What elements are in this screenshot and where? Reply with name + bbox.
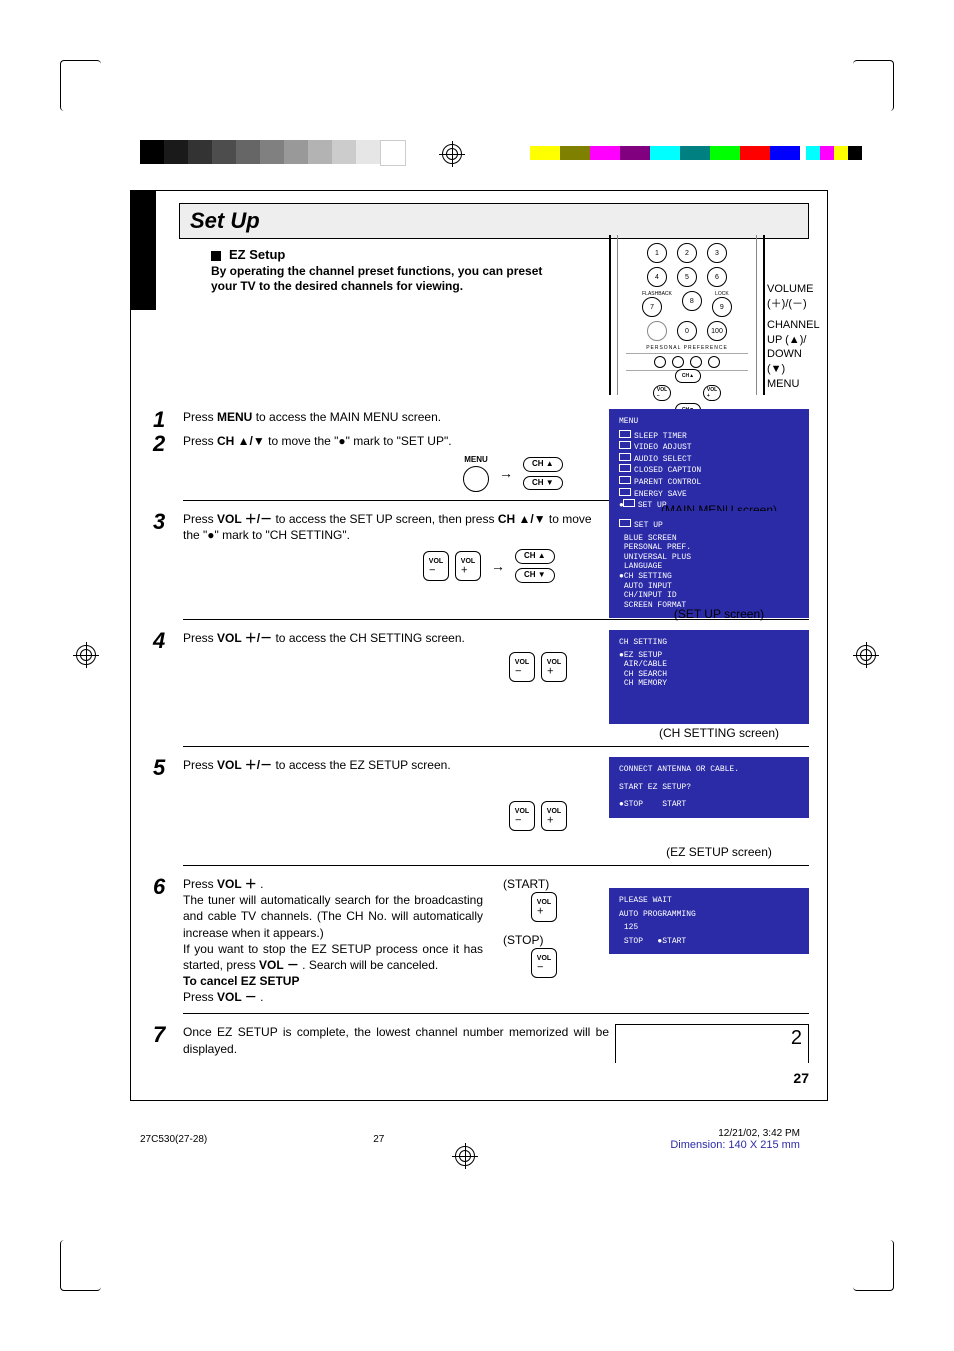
progress-screen: PLEASE WAIT AUTO PROGRAMMING 125 STOP ●S…	[609, 888, 809, 954]
footer-file: 27C530(27-28)	[140, 1134, 207, 1145]
legend-menu: MENU	[767, 377, 820, 392]
ch-setting-screen: CH SETTING ●EZ SETUP AIR/CABLE CH SEARCH…	[609, 630, 809, 724]
channel-display: 2	[615, 1024, 809, 1063]
vol-plus-icon: VOL ＋	[531, 892, 557, 922]
menu-button-icon	[463, 466, 489, 492]
color-swatches	[530, 146, 862, 160]
registration-mark-right	[856, 645, 876, 665]
step-number-2: 2	[153, 433, 173, 455]
legend-plusminus: (＋)/(－)	[767, 297, 820, 312]
vol-minus-icon: VOL －	[509, 652, 535, 682]
footer-page: 27	[373, 1134, 384, 1145]
crop-mark-br	[853, 1240, 894, 1291]
ez-setup-description: By operating the channel preset function…	[211, 264, 569, 294]
ch-up-button-icon: CH ▲	[515, 549, 555, 564]
vol-minus-icon: VOL －	[509, 801, 535, 831]
step-number-7: 7	[153, 1024, 173, 1046]
crop-mark-bl	[60, 1240, 101, 1291]
manual-page: Set Up EZ Setup By operating the channel…	[130, 190, 828, 1101]
ez-setup-screen: CONNECT ANTENNA OR CABLE. START EZ SETUP…	[609, 757, 809, 818]
legend-channel: CHANNEL	[767, 318, 820, 333]
ez-setup-heading: EZ Setup	[211, 247, 569, 262]
registration-mark-left	[76, 645, 96, 665]
vol-plus-icon: VOL ＋	[541, 801, 567, 831]
bullet-square-icon	[211, 251, 221, 261]
crop-mark-tr	[853, 60, 894, 111]
remote-diagram: 123 456 FLASHBACK7 8 LOCK9 0100 PERSONAL…	[609, 247, 809, 397]
vol-plus-icon: VOL ＋	[455, 551, 481, 581]
ch-down-button-icon: CH ▼	[515, 568, 555, 583]
section-title: Set Up	[179, 203, 809, 239]
print-footer: 27C530(27-28) 27 12/21/02, 3:42 PM Dimen…	[140, 1128, 800, 1151]
step-number-4: 4	[153, 630, 173, 652]
step6-para1: The tuner will automatically search for …	[183, 892, 483, 941]
footer-dimension: Dimension: 140 X 215 mm	[670, 1139, 800, 1151]
ch-up-button-icon: CH ▲	[523, 457, 563, 472]
section-tab	[130, 190, 156, 310]
step-number-1: 1	[153, 409, 173, 431]
registration-mark-top	[442, 144, 462, 164]
legend-updown: UP (▲)/ DOWN (▼)	[767, 333, 820, 378]
stop-label: (STOP)	[503, 932, 543, 948]
ez-setup-caption: (EZ SETUP screen)	[629, 845, 809, 859]
set-up-caption: (SET UP screen)	[629, 607, 809, 621]
arrow-icon: →	[491, 557, 505, 576]
page-number: 27	[149, 1070, 809, 1086]
step-number-5: 5	[153, 757, 173, 779]
arrow-icon: →	[499, 464, 513, 483]
vol-plus-icon: VOL ＋	[541, 652, 567, 682]
crop-mark-tl	[60, 60, 101, 111]
set-up-screen: SET UP BLUE SCREEN PERSONAL PREF. UNIVER…	[609, 511, 809, 618]
ch-setting-caption: (CH SETTING screen)	[629, 726, 809, 740]
grayscale-swatches	[140, 140, 406, 166]
ch-down-button-icon: CH ▼	[523, 476, 563, 491]
footer-timestamp: 12/21/02, 3:42 PM	[718, 1128, 800, 1139]
vol-minus-icon: VOL －	[423, 551, 449, 581]
legend-volume: VOLUME	[767, 282, 820, 297]
step-number-6: 6	[153, 876, 173, 898]
start-label: (START)	[503, 876, 549, 892]
step-number-3: 3	[153, 511, 173, 533]
cancel-heading: To cancel EZ SETUP	[183, 974, 299, 988]
vol-minus-icon: VOL －	[531, 948, 557, 978]
